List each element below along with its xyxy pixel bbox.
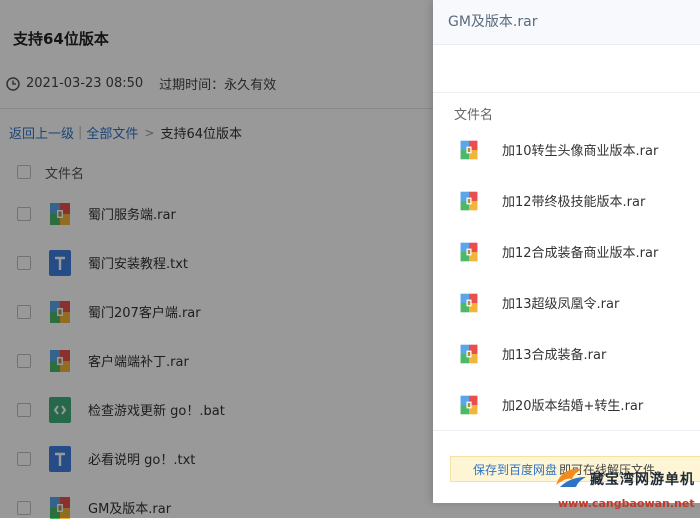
site-watermark: 藏宝湾网游单机 www.cangbaowan.net <box>556 463 700 518</box>
archive-entry[interactable]: 加13合成装备.rar <box>433 328 700 379</box>
entry-name: 加10转生头像商业版本.rar <box>502 144 659 159</box>
entry-name: 加13超级凤凰令.rar <box>502 297 620 312</box>
entry-name: 加20版本结婚+转生.rar <box>502 399 644 414</box>
divider <box>433 430 700 431</box>
save-to-netdisk-link[interactable]: 保存到百度网盘 <box>473 461 557 478</box>
column-header-filename: 文件名 <box>454 108 494 123</box>
rar-archive-icon <box>460 293 478 312</box>
divider <box>433 92 700 93</box>
watermark-text: 藏宝湾网游单机 <box>590 472 695 488</box>
watermark-url: www.cangbaowan.net <box>558 497 695 510</box>
archive-entry[interactable]: 加20版本结婚+转生.rar <box>433 379 700 430</box>
rar-archive-icon <box>460 140 478 159</box>
entry-name: 加12带终极技能版本.rar <box>502 195 646 210</box>
rar-archive-icon <box>460 395 478 414</box>
rar-archive-icon <box>460 191 478 210</box>
archive-preview-panel: GM及版本.rar 文件名 加10转生头像商业版本.rar 加12带终极技能版本… <box>433 0 700 503</box>
archive-entry[interactable]: 加12带终极技能版本.rar <box>433 175 700 226</box>
entry-name: 加12合成装备商业版本.rar <box>502 246 659 261</box>
rar-archive-icon <box>460 242 478 261</box>
panel-header: GM及版本.rar <box>433 0 700 45</box>
archive-entry[interactable]: 加10转生头像商业版本.rar <box>433 124 700 175</box>
watermark-logo-icon <box>556 468 586 487</box>
rar-archive-icon <box>460 344 478 363</box>
panel-title: GM及版本.rar <box>448 14 538 30</box>
archive-entry[interactable]: 加12合成装备商业版本.rar <box>433 226 700 277</box>
archive-entry[interactable]: 加13超级凤凰令.rar <box>433 277 700 328</box>
entry-name: 加13合成装备.rar <box>502 348 607 363</box>
